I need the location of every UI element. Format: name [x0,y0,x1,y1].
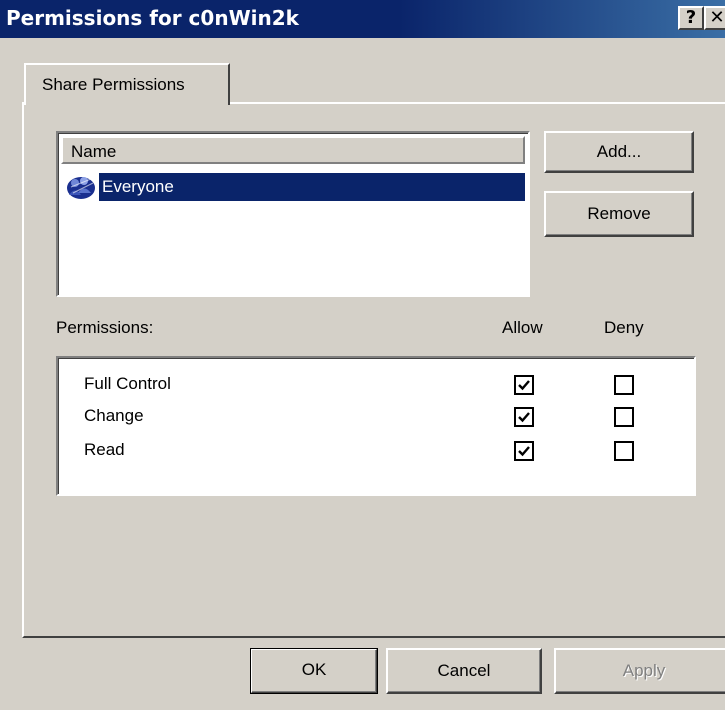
permissions-dialog: Permissions for c0nWin2k ? ✕ Share Permi… [0,0,725,710]
allow-column-header: Allow [502,318,543,337]
checkmark-icon [518,380,530,391]
close-icon: ✕ [709,7,725,28]
permissions-list: Full Control Change Read [56,356,696,496]
window-title: Permissions for c0nWin2k [6,6,299,30]
add-button-label: Add... [596,142,642,161]
permission-row-change: Change [84,402,684,434]
allow-checkbox-change[interactable] [514,407,534,427]
allow-checkbox-full-control[interactable] [514,375,534,395]
permission-name: Read [84,440,125,459]
list-item[interactable]: Everyone [61,171,525,203]
help-icon: ? [685,7,697,28]
permission-name: Full Control [84,374,171,393]
help-button[interactable]: ? [678,6,704,30]
deny-checkbox-read[interactable] [614,441,634,461]
group-users-icon [65,173,97,201]
list-item-label: Everyone [99,173,525,201]
apply-button-label: Apply [622,661,666,680]
cancel-button[interactable]: Cancel [386,648,542,694]
remove-button-label: Remove [587,204,651,223]
tab-share-permissions[interactable]: Share Permissions [24,63,230,105]
permission-name: Change [84,406,144,425]
close-button[interactable]: ✕ [704,6,725,30]
ok-button[interactable]: OK [250,648,378,694]
column-header-name[interactable]: Name [61,136,525,164]
deny-checkbox-full-control[interactable] [614,375,634,395]
tab-label: Share Permissions [42,75,185,94]
deny-column-header: Deny [604,318,644,337]
allow-checkbox-read[interactable] [514,441,534,461]
add-button[interactable]: Add... [544,131,694,173]
cancel-button-label: Cancel [437,661,491,680]
checkmark-icon [518,412,530,423]
ok-button-label: OK [301,660,327,679]
column-header-label: Name [71,142,117,161]
name-list[interactable]: Name Everyone [56,131,530,297]
remove-button[interactable]: Remove [544,191,694,237]
permission-row-read: Read [84,436,684,468]
deny-checkbox-change[interactable] [614,407,634,427]
checkmark-icon [518,446,530,457]
permissions-heading: Permissions: [56,318,154,337]
permission-row-full-control: Full Control [84,370,684,402]
title-bar[interactable]: Permissions for c0nWin2k ? ✕ [0,0,725,38]
apply-button[interactable]: Apply [554,648,725,694]
